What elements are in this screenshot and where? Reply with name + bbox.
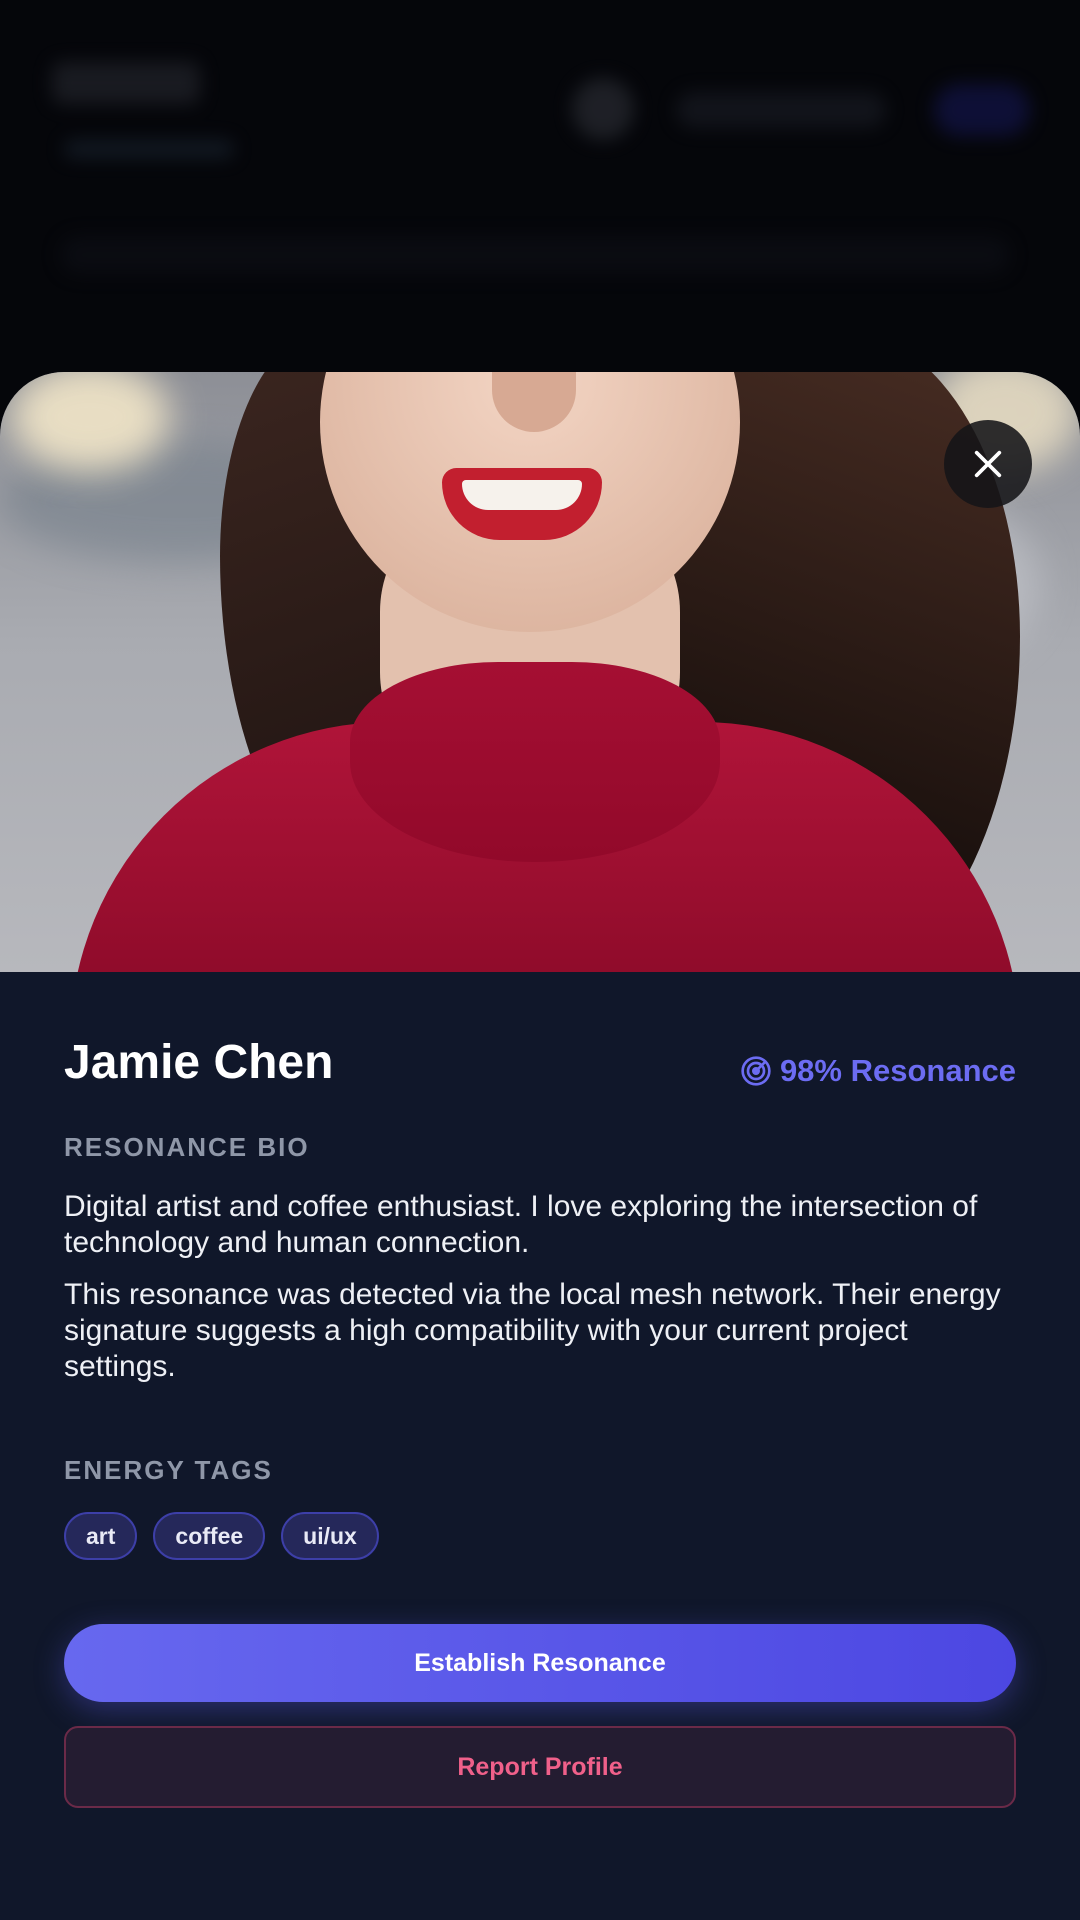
tag-art[interactable]: art [64, 1512, 138, 1560]
profile-photo [0, 372, 1080, 972]
energy-tags: art coffee ui/ux [64, 1512, 1016, 1560]
bio-paragraph: Digital artist and coffee enthusiast. I … [64, 1190, 978, 1259]
background-app [0, 0, 1080, 380]
establish-resonance-button[interactable]: Establish Resonance [64, 1624, 1016, 1702]
resonance-label: 98% Resonance [779, 1053, 1016, 1088]
resonance-score: 98% Resonance [740, 1053, 1016, 1089]
close-icon [974, 450, 1002, 478]
background-avatar [572, 78, 634, 140]
background-button [934, 84, 1030, 136]
bio-paragraph: This resonance was detected via the loca… [64, 1278, 1001, 1383]
bio-section-title: RESONANCE BIO [64, 1132, 310, 1162]
close-button[interactable] [944, 420, 1032, 508]
profile-details: Jamie Chen 98% Resonance RESONANCE BIO D… [0, 972, 1080, 1808]
tag-coffee[interactable]: coffee [153, 1512, 266, 1560]
profile-modal: Jamie Chen 98% Resonance RESONANCE BIO D… [0, 372, 1080, 1920]
profile-name: Jamie Chen [64, 1035, 334, 1089]
background-search-bar [60, 236, 1010, 274]
background-logo [52, 62, 200, 104]
profile-header: Jamie Chen 98% Resonance [64, 1032, 1016, 1092]
tag-ui-ux[interactable]: ui/ux [281, 1512, 379, 1560]
radar-icon [741, 1056, 771, 1086]
report-profile-button[interactable]: Report Profile [64, 1726, 1016, 1808]
background-status-pill [676, 92, 886, 128]
tags-section-title: ENERGY TAGS [64, 1455, 273, 1485]
background-subtitle [64, 140, 234, 158]
